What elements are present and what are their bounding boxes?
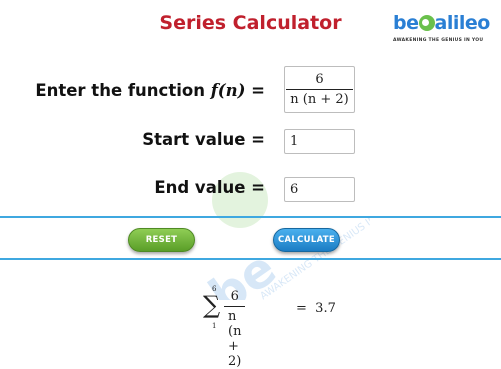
start-value-input[interactable]: 1 — [284, 129, 355, 154]
function-numerator: 6 — [315, 72, 324, 87]
end-value-input[interactable]: 6 — [284, 177, 355, 202]
function-fraction: 6 n (n + 2) — [286, 72, 353, 107]
reset-button[interactable]: RESET — [128, 228, 195, 252]
lower-limit: 1 — [212, 322, 217, 330]
divider-top — [0, 216, 501, 218]
end-value-label: End value = — [154, 178, 265, 197]
logo-wordmark: be alileo — [393, 12, 490, 34]
function-denominator: n (n + 2) — [290, 92, 349, 107]
begalileo-logo: be alileo AWAKENING THE GENIUS IN YOU — [393, 8, 493, 48]
result-denominator: n (n + 2) — [228, 309, 242, 369]
start-value-label: Start value = — [142, 130, 265, 149]
sigma-icon: ∑ — [203, 291, 221, 319]
function-input[interactable]: 6 n (n + 2) — [284, 66, 355, 113]
result-value: = 3.7 — [296, 301, 336, 316]
divider-bottom — [0, 258, 501, 260]
result-numerator: 6 — [230, 289, 239, 304]
logo-tagline: AWAKENING THE GENIUS IN YOU — [393, 38, 484, 43]
result-fraction: 6 n (n + 2) — [224, 289, 246, 369]
function-label: Enter the function f(n) = — [35, 81, 265, 100]
globe-icon — [418, 15, 435, 31]
calculate-button[interactable]: CALCULATE — [273, 228, 340, 252]
